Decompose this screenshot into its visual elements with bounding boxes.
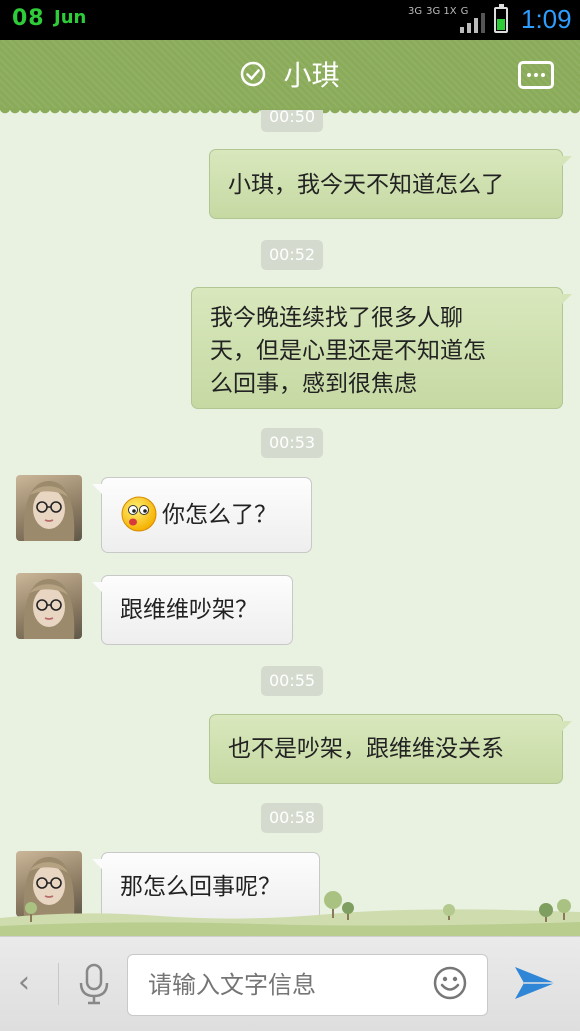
timestamp: 00:50 [261,110,324,132]
message-line: 我今晚连续找了很多人聊 [210,305,463,331]
status-bar: 08 Jun 3G 3G 1X G 1:09 [0,0,580,40]
timestamp: 00:55 [261,666,324,696]
contact-avatar[interactable] [16,475,82,541]
landscape-decoration [0,891,580,936]
microphone-icon[interactable] [78,963,110,1005]
contact-avatar[interactable] [16,573,82,639]
message-input-bar: ‹ [0,936,580,1031]
received-message-bubble[interactable]: 你怎么了？ [92,477,312,553]
surprised-face-icon [121,496,157,531]
message-text: 你怎么了？ [162,502,277,528]
timestamp: 00:53 [261,428,324,458]
network-label-2: 3G 1X [426,6,457,17]
message-line: 天，但是心里还是不知道怎 [210,338,486,364]
contact-name: 小琪 [283,59,340,92]
chevron-left-icon[interactable]: ‹ [18,965,30,1000]
timestamp: 00:52 [261,240,324,270]
smiley-icon[interactable] [432,965,468,1001]
sent-message-bubble[interactable]: 我今晚连续找了很多人聊 天，但是心里还是不知道怎 么回事，感到很焦虑 [191,287,572,409]
message-line: 么回事，感到很焦虑 [210,371,417,397]
status-date-month: Jun [54,7,87,28]
check-circle-icon [241,61,266,87]
message-list[interactable]: 00:50 小琪，我今天不知道怎么了 00:52 我今晚连续找了很多人聊 天，但… [0,110,580,932]
signal-icon [460,13,485,33]
status-date-day: 08 [12,6,45,31]
received-message-bubble[interactable]: 跟维维吵架？ [92,575,293,645]
status-time: 1:09 [521,4,572,34]
more-dots-icon[interactable] [518,61,554,89]
sent-message-bubble[interactable]: 也不是吵架，跟维维没关系 [209,714,572,784]
network-label-1: 3G [408,6,423,17]
chat-header: 小琪 [0,40,580,116]
timestamp: 00:58 [261,803,324,833]
battery-icon [494,4,508,33]
send-arrow-icon[interactable] [512,961,558,1005]
divider [58,963,59,1005]
sent-message-bubble[interactable]: 小琪，我今天不知道怎么了 [209,149,572,219]
